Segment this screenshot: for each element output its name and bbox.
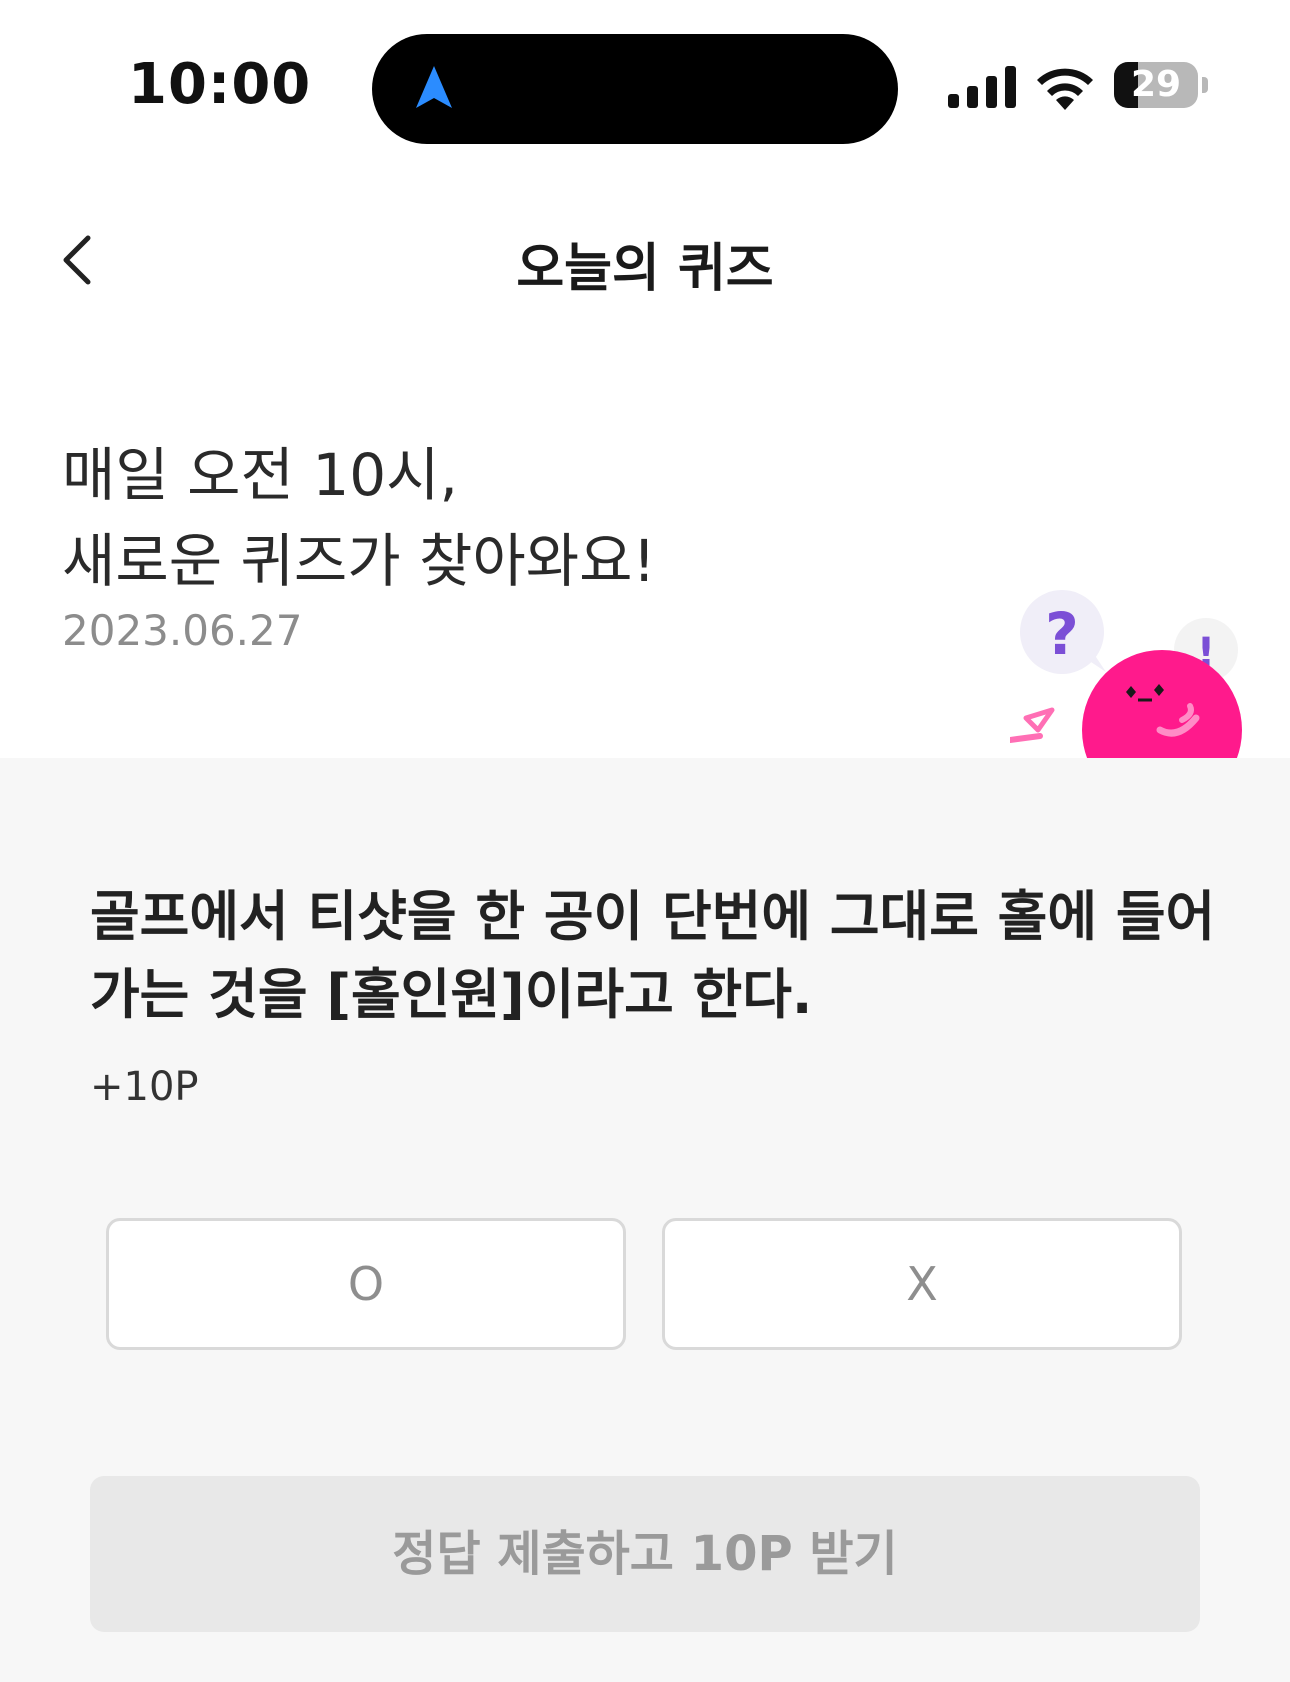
quiz-panel: 골프에서 티샷을 한 공이 단번에 그대로 홀에 들어 가는 것을 [홀인원]이… bbox=[0, 758, 1290, 1682]
battery-level: 29 bbox=[1130, 64, 1182, 105]
battery-indicator: 29 bbox=[1114, 62, 1208, 110]
header: 오늘의 퀴즈 bbox=[0, 200, 1290, 320]
intro-line-2: 새로운 퀴즈가 찾아와요! bbox=[62, 527, 656, 595]
submit-answer-button[interactable]: 정답 제출하고 10P 받기 bbox=[90, 1476, 1200, 1632]
quiz-date: 2023.06.27 bbox=[62, 606, 303, 655]
navigation-arrow-icon bbox=[416, 66, 452, 108]
battery-tip bbox=[1202, 77, 1208, 93]
status-time: 10:00 bbox=[128, 52, 312, 117]
intro-text: 매일 오전 10시, 새로운 퀴즈가 찾아와요! bbox=[62, 432, 656, 604]
dynamic-island bbox=[372, 34, 898, 144]
answer-x-button[interactable]: X bbox=[662, 1218, 1182, 1350]
answer-o-button[interactable]: O bbox=[106, 1218, 626, 1350]
quiz-question: 골프에서 티샷을 한 공이 단번에 그대로 홀에 들어 가는 것을 [홀인원]이… bbox=[90, 878, 1220, 1034]
status-bar: 10:00 29 bbox=[0, 0, 1290, 170]
reward-points: +10P bbox=[90, 1064, 199, 1110]
cellular-signal-icon bbox=[948, 66, 1016, 108]
wifi-icon bbox=[1037, 68, 1093, 110]
mascot-question-mark: ? bbox=[1045, 600, 1079, 668]
back-chevron-icon[interactable] bbox=[50, 230, 110, 290]
quiz-question-line-1: 골프에서 티샷을 한 공이 단번에 그대로 홀에 들어 bbox=[90, 885, 1216, 948]
intro-line-1: 매일 오전 10시, bbox=[62, 441, 458, 509]
battery-body: 29 bbox=[1114, 62, 1198, 108]
quiz-question-line-2: 가는 것을 [홀인원]이라고 한다. bbox=[90, 963, 813, 1026]
mascot-illustration: ? ! bbox=[1010, 590, 1242, 758]
page-title: 오늘의 퀴즈 bbox=[516, 239, 774, 299]
